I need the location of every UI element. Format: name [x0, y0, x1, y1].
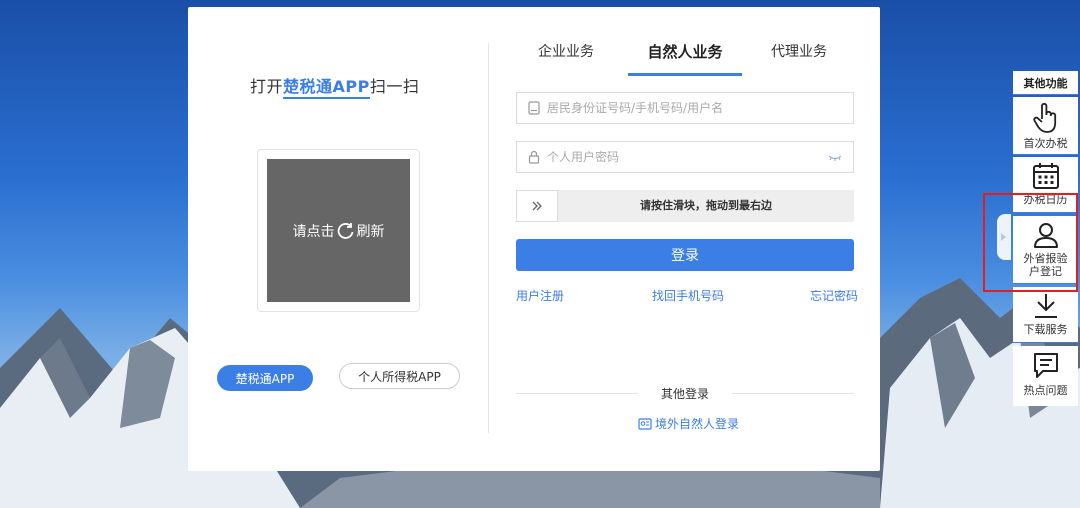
login-tabs: 企业业务 自然人业务 代理业务 — [516, 41, 854, 77]
sidebar-item-faq-label: 热点问题 — [1023, 384, 1068, 397]
tab-enterprise[interactable]: 企业业务 — [536, 41, 596, 61]
geshui-app-button[interactable]: 个人所得税APP — [339, 363, 460, 389]
other-login-divider-right — [732, 393, 854, 394]
tab-individual[interactable]: 自然人业务 — [628, 41, 742, 62]
qr-title-brand: 楚税通APP — [283, 77, 370, 99]
hide-password-icon[interactable] — [827, 150, 843, 164]
forgot-password-link[interactable]: 忘记密码 — [810, 287, 858, 304]
vertical-divider — [488, 43, 489, 433]
id-input[interactable] — [547, 101, 853, 115]
login-button[interactable]: 登录 — [516, 239, 854, 271]
other-login-divider-left — [516, 393, 638, 394]
qr-refresh-area[interactable]: 请点击 刷新 — [267, 159, 410, 302]
recover-phone-link[interactable]: 找回手机号码 — [652, 287, 724, 304]
qr-code-frame: 请点击 刷新 — [257, 149, 420, 312]
overseas-login-label: 境外自然人登录 — [655, 417, 740, 431]
highlight-box — [983, 193, 1078, 292]
slide-verify-track: 请按住滑块，拖动到最右边 — [516, 190, 854, 222]
sidebar-item-faq[interactable]: 热点问题 — [1013, 346, 1078, 406]
sidebar-item-first-time-label: 首次办税 — [1023, 137, 1068, 150]
password-input[interactable] — [547, 150, 853, 164]
qr-title-suffix: 扫一扫 — [369, 77, 420, 96]
qr-refresh-suffix: 刷新 — [356, 223, 385, 240]
sidebar-header: 其他功能 — [1013, 71, 1078, 95]
sidebar-item-download-label: 下载服务 — [1023, 323, 1068, 336]
double-chevron-right-icon — [532, 201, 542, 211]
password-field — [516, 141, 854, 173]
slide-verify-handle[interactable] — [516, 190, 558, 222]
download-icon — [1034, 294, 1057, 318]
login-card: 打开楚税通APP扫一扫 请点击 刷新 楚税通APP 个人所得税APP 企业业务 … — [188, 7, 880, 471]
lock-icon — [528, 150, 540, 164]
overseas-login-link[interactable]: 境外自然人登录 — [638, 415, 739, 432]
refresh-icon — [337, 222, 353, 239]
register-link[interactable]: 用户注册 — [516, 287, 564, 304]
chushui-app-button[interactable]: 楚税通APP — [217, 365, 313, 391]
calendar-icon — [1032, 163, 1059, 189]
qr-refresh-prefix: 请点击 — [292, 223, 335, 240]
qr-title-prefix: 打开 — [250, 77, 284, 96]
active-tab-indicator — [628, 73, 742, 76]
id-field — [516, 92, 854, 124]
sidebar-item-download[interactable]: 下载服务 — [1013, 287, 1078, 343]
id-card-icon — [528, 101, 540, 115]
slide-verify-text: 请按住滑块，拖动到最右边 — [640, 199, 772, 212]
other-login-title: 其他登录 — [660, 387, 709, 401]
hand-pointer-icon — [1032, 102, 1056, 133]
qr-title: 打开楚税通APP扫一扫 — [250, 73, 430, 99]
tab-agent[interactable]: 代理业务 — [764, 41, 834, 61]
chat-icon — [1033, 353, 1058, 378]
passport-icon — [638, 417, 652, 430]
sidebar-item-first-time[interactable]: 首次办税 — [1013, 97, 1078, 155]
